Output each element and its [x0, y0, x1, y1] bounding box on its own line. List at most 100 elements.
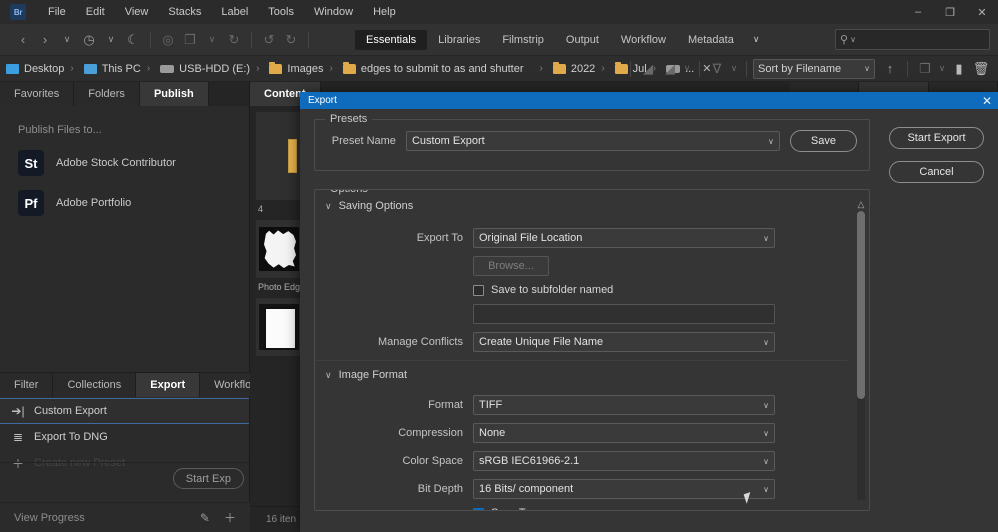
- start-export-panel-button[interactable]: Start Exp: [172, 468, 244, 489]
- scroll-up-icon[interactable]: △: [856, 200, 866, 209]
- drive-icon: [160, 64, 175, 73]
- history-clock-icon[interactable]: ◷: [78, 28, 100, 52]
- workspace-tab-workflow[interactable]: Workflow: [610, 30, 677, 50]
- toolbar-divider: [150, 31, 151, 48]
- filter-rating-dropdown-icon[interactable]: ◢: [659, 57, 681, 81]
- color-space-select[interactable]: sRGB IEC61966-2.1 ∨: [473, 451, 775, 471]
- thumbnail-item[interactable]: [256, 298, 302, 356]
- section-saving-options[interactable]: ∨ Saving Options: [315, 192, 847, 218]
- thumbnail-art-frame: [259, 304, 299, 350]
- plus-icon[interactable]: ＋: [224, 509, 236, 526]
- publish-service-portfolio[interactable]: Pf Adobe Portfolio: [0, 176, 249, 216]
- workspace-tab-metadata[interactable]: Metadata: [677, 30, 745, 50]
- camera-import-icon[interactable]: ◎: [157, 28, 179, 52]
- search-input[interactable]: [859, 33, 998, 46]
- save-preset-button[interactable]: Save: [789, 130, 857, 152]
- forward-icon[interactable]: ›: [34, 28, 56, 52]
- filter-rating-icon[interactable]: ◢: [637, 57, 659, 81]
- browse-button[interactable]: Browse...: [473, 256, 549, 276]
- refine-dropdown-icon[interactable]: ∨: [201, 28, 223, 52]
- folder-icon: [269, 61, 283, 74]
- preset-name-select[interactable]: Custom Export ∨: [405, 131, 780, 151]
- workspace-tab-output[interactable]: Output: [555, 30, 610, 50]
- cancel-button[interactable]: Cancel: [889, 161, 984, 183]
- search-box[interactable]: ⚲ ∨: [835, 29, 998, 50]
- format-select[interactable]: TIFF ∨: [473, 395, 775, 415]
- minimize-button[interactable]: –: [902, 0, 934, 24]
- close-button[interactable]: ✕: [966, 0, 998, 24]
- menu-item-view[interactable]: View: [115, 3, 159, 21]
- bit-depth-value: 16 Bits/ component: [479, 483, 574, 495]
- thumbnail-item[interactable]: 4: [256, 112, 302, 214]
- panel-tab-favorites[interactable]: Favorites: [0, 82, 75, 106]
- open-recent-icon[interactable]: ↻: [223, 28, 245, 52]
- left-top-panel: Favorites Folders Publish Publish Files …: [0, 82, 250, 372]
- panel-tab-filter[interactable]: Filter: [0, 373, 54, 397]
- publish-service-stock[interactable]: St Adobe Stock Contributor: [0, 136, 249, 176]
- boomerang-icon[interactable]: ☾: [122, 28, 144, 52]
- new-folder-chevron-icon[interactable]: ∨: [936, 57, 948, 81]
- manage-conflicts-select[interactable]: Create Unique File Name ∨: [473, 332, 775, 352]
- back-icon[interactable]: ‹: [12, 28, 34, 52]
- save-transparency-label: Save Transparency: [491, 507, 586, 510]
- save-transparency-checkbox[interactable]: ✓ Save Transparency: [473, 507, 586, 510]
- refine-icon[interactable]: ❐: [179, 28, 201, 52]
- menu-item-stacks[interactable]: Stacks: [158, 3, 211, 21]
- delete-icon[interactable]: 🗑: [970, 57, 992, 81]
- options-scrollbar[interactable]: △: [856, 200, 866, 500]
- thumbnail-item[interactable]: Photo Edg: [256, 220, 302, 292]
- compression-select[interactable]: None ∨: [473, 423, 775, 443]
- pencil-icon[interactable]: ✎: [200, 511, 210, 525]
- menu-item-label[interactable]: Label: [211, 3, 258, 21]
- restore-button[interactable]: ❐: [934, 0, 966, 24]
- workspace-tab-libraries[interactable]: Libraries: [427, 30, 491, 50]
- breadcrumb-item-this-pc[interactable]: This PC: [78, 63, 143, 75]
- panel-tab-publish[interactable]: Publish: [139, 82, 209, 106]
- breadcrumb-separator: ›: [539, 63, 543, 74]
- filter-funnel-chevron-icon[interactable]: ∨: [728, 57, 740, 81]
- menu-item-window[interactable]: Window: [304, 3, 363, 21]
- filter-funnel-icon[interactable]: ∇: [706, 57, 728, 81]
- breadcrumb-item-desktop[interactable]: Desktop: [0, 63, 66, 75]
- breadcrumb-item-edges[interactable]: edges to submit to as and shutter: [337, 61, 526, 75]
- new-folder-icon[interactable]: ❐: [914, 57, 936, 81]
- breadcrumb-item-2022[interactable]: 2022: [547, 61, 597, 75]
- compression-value: None: [479, 427, 506, 439]
- scrollbar-track[interactable]: [857, 211, 865, 500]
- view-progress-label[interactable]: View Progress: [14, 512, 200, 524]
- export-preset-export-to-dng[interactable]: ≣ Export To DNG: [0, 424, 249, 450]
- menu-item-file[interactable]: File: [38, 3, 76, 21]
- adobe-stock-icon: St: [18, 150, 44, 176]
- start-export-button[interactable]: Start Export: [889, 127, 984, 149]
- history-dropdown-icon[interactable]: ∨: [100, 28, 122, 52]
- workspace-tab-filmstrip[interactable]: Filmstrip: [491, 30, 555, 50]
- menu-item-tools[interactable]: Tools: [258, 3, 304, 21]
- filter-rating-chevron-icon[interactable]: ∨: [681, 57, 693, 81]
- search-dropdown-icon[interactable]: ∨: [850, 35, 856, 44]
- panel-tab-folders[interactable]: Folders: [74, 82, 140, 106]
- subfolder-name-input[interactable]: [473, 304, 775, 324]
- menu-item-edit[interactable]: Edit: [76, 3, 115, 21]
- rotate-ccw-icon[interactable]: ↺: [258, 28, 280, 52]
- arrow-up-icon[interactable]: ↑: [879, 57, 901, 81]
- workspace-tab-essentials[interactable]: Essentials: [355, 29, 428, 50]
- export-to-select[interactable]: Original File Location ∨: [473, 228, 775, 248]
- folder-create-icon[interactable]: ▮: [948, 57, 970, 81]
- workspace-overflow-icon[interactable]: ∨: [745, 30, 768, 49]
- save-to-subfolder-checkbox[interactable]: Save to subfolder named: [473, 284, 613, 296]
- section-image-format[interactable]: ∨ Image Format: [315, 361, 847, 387]
- sort-by-select[interactable]: Sort by Filename ∨: [753, 58, 875, 79]
- dialog-action-buttons: Start Export Cancel: [889, 127, 984, 195]
- breadcrumb-item-usb-hdd[interactable]: USB-HDD (E:): [154, 63, 252, 75]
- panel-tab-collections[interactable]: Collections: [53, 373, 137, 397]
- panel-tab-export[interactable]: Export: [136, 373, 201, 397]
- bit-depth-select[interactable]: 16 Bits/ component ∨: [473, 479, 775, 499]
- recent-dropdown-icon[interactable]: ∨: [56, 28, 78, 52]
- export-preset-custom-export[interactable]: ➔| Custom Export: [0, 398, 249, 424]
- rotate-cw-icon[interactable]: ↻: [280, 28, 302, 52]
- breadcrumb-item-images[interactable]: Images: [263, 61, 325, 75]
- close-icon[interactable]: ✕: [982, 95, 992, 107]
- scrollbar-thumb[interactable]: [857, 211, 865, 399]
- options-scroll-area: ∨ Saving Options Export To Original File…: [315, 190, 869, 510]
- menu-item-help[interactable]: Help: [363, 3, 406, 21]
